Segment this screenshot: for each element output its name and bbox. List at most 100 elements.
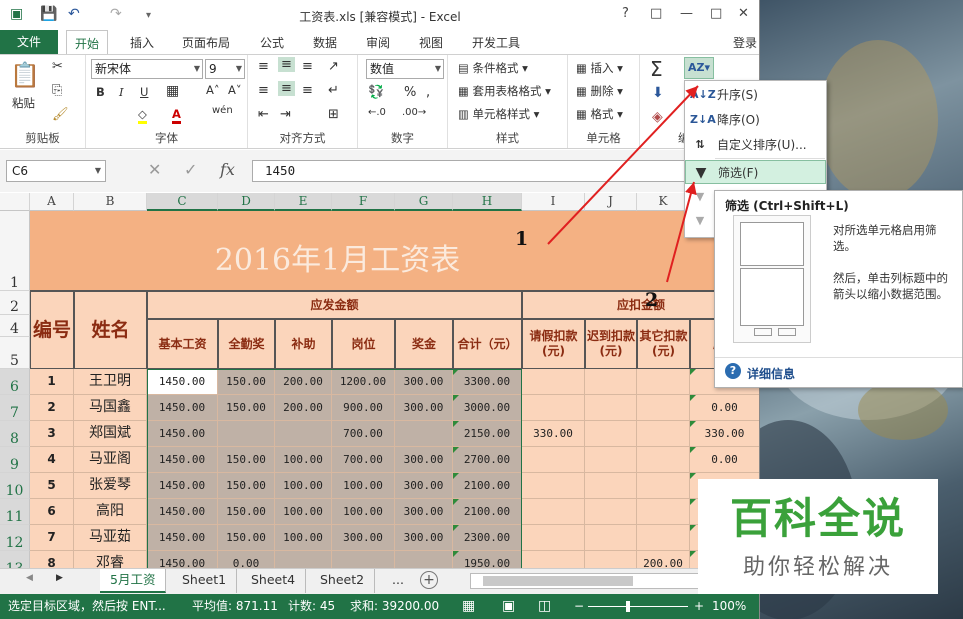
cell-value[interactable]: 300.00 <box>395 499 453 525</box>
sheet-tab-sheet4[interactable]: Sheet4 <box>241 569 307 593</box>
cell-value[interactable] <box>585 551 637 568</box>
format-as-table-button[interactable]: ▦ 套用表格格式 ▾ <box>458 83 551 99</box>
tab-file[interactable]: 文件 <box>0 30 58 54</box>
column-label[interactable]: 基本工资 <box>147 319 218 369</box>
align-center-icon[interactable]: ≡ <box>278 81 295 96</box>
align-right-icon[interactable]: ≡ <box>302 83 313 98</box>
percent-icon[interactable]: % <box>404 85 416 100</box>
add-sheet-icon[interactable]: + <box>420 571 438 589</box>
comma-icon[interactable]: , <box>426 85 430 100</box>
cell-value[interactable]: 1450.00 <box>147 447 218 473</box>
cell-value[interactable]: 2100.00 <box>453 499 522 525</box>
column-header-h[interactable]: H <box>453 193 522 211</box>
cell-value[interactable] <box>637 447 690 473</box>
row-header[interactable]: 5 <box>0 337 30 369</box>
cell-value[interactable] <box>275 551 332 568</box>
cell-value[interactable]: 300.00 <box>332 525 395 551</box>
cell-value[interactable] <box>585 473 637 499</box>
row-header[interactable]: 11 <box>0 499 30 525</box>
column-label[interactable]: 全勤奖 <box>218 319 275 369</box>
cell-name[interactable]: 马亚茹 <box>74 525 147 551</box>
cell-value[interactable] <box>637 499 690 525</box>
cell-value[interactable] <box>637 473 690 499</box>
sheet-tab-sheet1[interactable]: Sheet1 <box>172 569 238 593</box>
column-label[interactable]: 奖金 <box>395 319 453 369</box>
tooltip-more-info[interactable]: 详细信息 <box>747 365 795 382</box>
column-header-g[interactable]: G <box>395 193 453 211</box>
borders-icon[interactable]: ▦ <box>166 83 179 99</box>
clear-icon[interactable]: ◈ <box>652 109 663 125</box>
normal-view-icon[interactable]: ▦ <box>462 594 475 619</box>
cell-value[interactable] <box>522 525 585 551</box>
cell-value[interactable] <box>522 551 585 568</box>
menu-sort-descending[interactable]: Z↓A 降序(O) <box>685 108 826 132</box>
font-name-combo[interactable]: 新宋体 ▼ <box>91 59 203 79</box>
wrap-text-icon[interactable]: ↵ <box>328 83 339 98</box>
cell-value[interactable]: 330.00 <box>690 421 759 447</box>
cell-id[interactable]: 8 <box>30 551 74 568</box>
cell-value[interactable]: 300.00 <box>395 395 453 421</box>
decrease-font-icon[interactable]: A˅ <box>228 83 242 97</box>
page-break-icon[interactable]: ◫ <box>538 594 551 619</box>
sheet-title-cell[interactable]: 2016年1月工资表 <box>30 211 759 291</box>
row-header[interactable]: 13 <box>0 551 30 568</box>
tab-view[interactable]: 视图 <box>419 34 443 51</box>
row-header[interactable]: 9 <box>0 447 30 473</box>
tab-review[interactable]: 审阅 <box>366 34 390 51</box>
cell-value[interactable] <box>637 525 690 551</box>
more-sheets[interactable]: ... <box>382 569 414 593</box>
row-header[interactable]: 4 <box>0 315 30 337</box>
cell-value[interactable] <box>332 551 395 568</box>
cell-value[interactable]: 1950.00 <box>453 551 522 568</box>
cell-value[interactable] <box>637 395 690 421</box>
zoom-level[interactable]: 100% <box>712 594 746 619</box>
cell-name[interactable]: 邓睿 <box>74 551 147 568</box>
row-header[interactable]: 10 <box>0 473 30 499</box>
column-header-c[interactable]: C <box>147 193 218 211</box>
orientation-icon[interactable]: ↗ <box>328 59 339 74</box>
insert-function-icon[interactable]: fx <box>220 160 235 179</box>
column-label[interactable]: 合计（元） <box>453 319 522 369</box>
login-link[interactable]: 登录 <box>733 34 757 51</box>
cell-value[interactable]: 200.00 <box>275 395 332 421</box>
fill-color-icon[interactable]: ◇ <box>138 107 147 124</box>
cell-name[interactable]: 郑国斌 <box>74 421 147 447</box>
fill-icon[interactable]: ⬇ <box>652 85 664 101</box>
cell-value[interactable] <box>275 421 332 447</box>
column-header-j[interactable]: J <box>585 193 637 211</box>
menu-custom-sort[interactable]: ⇅ 自定义排序(U)... <box>685 133 826 157</box>
row-header[interactable]: 2 <box>0 291 30 315</box>
cell-name[interactable]: 马国鑫 <box>74 395 147 421</box>
column-label[interactable]: 迟到扣款(元) <box>585 319 637 369</box>
column-header-b[interactable]: B <box>74 193 147 211</box>
cell-value[interactable] <box>522 499 585 525</box>
cell-value[interactable] <box>585 369 637 395</box>
help-button[interactable]: ? <box>622 6 629 21</box>
cut-icon[interactable]: ✂ <box>52 59 63 74</box>
page-layout-icon[interactable]: ▣ <box>502 594 515 619</box>
align-bottom-icon[interactable]: ≡ <box>302 59 313 74</box>
delete-cells-button[interactable]: ▦ 删除 ▾ <box>576 83 623 99</box>
tab-page-layout[interactable]: 页面布局 <box>182 34 230 51</box>
cell-value[interactable] <box>522 447 585 473</box>
cell-value[interactable]: 1450.00 <box>147 473 218 499</box>
tab-data[interactable]: 数据 <box>313 34 337 51</box>
name-box[interactable]: C6 ▼ <box>6 160 106 182</box>
sheet-tab-sheet2[interactable]: Sheet2 <box>310 569 376 593</box>
cell-value[interactable]: 3000.00 <box>453 395 522 421</box>
cell-id[interactable]: 7 <box>30 525 74 551</box>
cell-value[interactable]: 150.00 <box>218 473 275 499</box>
cell-name[interactable]: 张爱琴 <box>74 473 147 499</box>
paste-icon[interactable]: 📋 <box>10 61 40 89</box>
decrease-indent-icon[interactable]: ⇤ <box>258 107 269 122</box>
cell-value[interactable]: 300.00 <box>395 473 453 499</box>
increase-decimal-icon[interactable]: ←.0 <box>368 107 386 118</box>
cell-value[interactable]: 900.00 <box>332 395 395 421</box>
column-header-k[interactable]: K <box>637 193 690 211</box>
cell-value[interactable] <box>637 421 690 447</box>
row-header[interactable]: 1 <box>0 211 30 291</box>
cell-value[interactable]: 300.00 <box>395 369 453 395</box>
cell-value[interactable]: 100.00 <box>332 473 395 499</box>
format-painter-icon[interactable]: 🖌 <box>52 107 69 122</box>
cell-value[interactable]: 2300.00 <box>453 525 522 551</box>
